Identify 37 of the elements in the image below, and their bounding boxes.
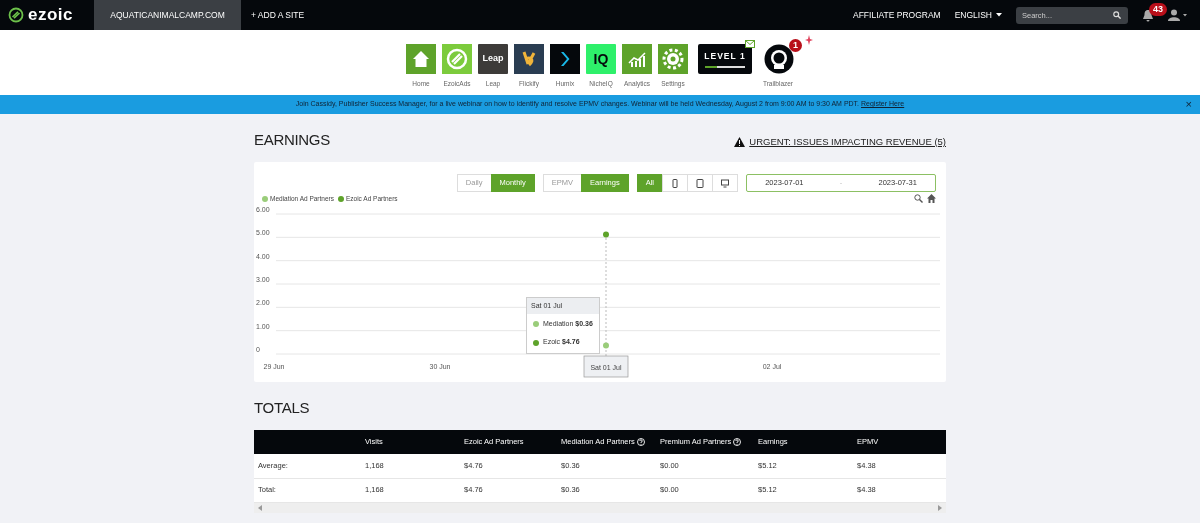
settings-icon[interactable] bbox=[658, 44, 688, 74]
search-icon[interactable] bbox=[1113, 11, 1121, 19]
site-tab[interactable]: AQUATICANIMALCAMP.COM bbox=[94, 0, 241, 30]
chart-icon[interactable] bbox=[622, 44, 652, 74]
help-icon[interactable] bbox=[636, 438, 645, 447]
nicheiq-logo[interactable]: IQ bbox=[586, 44, 616, 74]
section-title: TOTALS bbox=[254, 399, 311, 417]
caret-icon[interactable] bbox=[996, 13, 1002, 18]
home-icon[interactable] bbox=[927, 194, 936, 204]
astronaut-helmet-icon[interactable] bbox=[764, 44, 794, 74]
section-title: EARNINGS bbox=[254, 131, 330, 149]
language-dropdown[interactable]: ENGLISH bbox=[954, 8, 1002, 22]
device-filter-button[interactable] bbox=[687, 174, 713, 192]
zoom-icon[interactable] bbox=[914, 194, 923, 204]
add-site-link[interactable]: + ADD A SITE bbox=[241, 8, 305, 22]
notification-badge: 1 bbox=[789, 39, 802, 52]
house-icon[interactable] bbox=[406, 44, 436, 74]
flickify-icon[interactable] bbox=[514, 44, 544, 74]
help-icon[interactable] bbox=[733, 438, 742, 447]
desktop-icon[interactable] bbox=[721, 178, 729, 188]
humix-icon[interactable] bbox=[550, 44, 580, 74]
logo-icon bbox=[8, 7, 24, 23]
nav-link[interactable]: AFFILIATE PROGRAM bbox=[853, 8, 941, 22]
user-menu-icon[interactable] bbox=[1168, 9, 1188, 21]
envelope-icon[interactable] bbox=[745, 40, 755, 48]
notification-badge: 43 bbox=[1149, 2, 1167, 16]
level-text: LEVEL 1 bbox=[704, 50, 746, 63]
phone-icon[interactable] bbox=[671, 178, 679, 188]
data-point[interactable] bbox=[603, 231, 609, 238]
device-filter-button[interactable] bbox=[712, 174, 738, 192]
warning-icon bbox=[734, 136, 746, 147]
leap-logo[interactable]: Leap bbox=[478, 44, 508, 74]
close-button[interactable]: × bbox=[1185, 97, 1192, 111]
sparkle-icon bbox=[805, 35, 813, 45]
logo-text[interactable]: ezoic bbox=[28, 2, 74, 28]
urgent-issues-link[interactable]: URGENT: ISSUES IMPACTING REVENUE (5) bbox=[749, 134, 946, 149]
tablet-icon[interactable] bbox=[696, 178, 704, 188]
